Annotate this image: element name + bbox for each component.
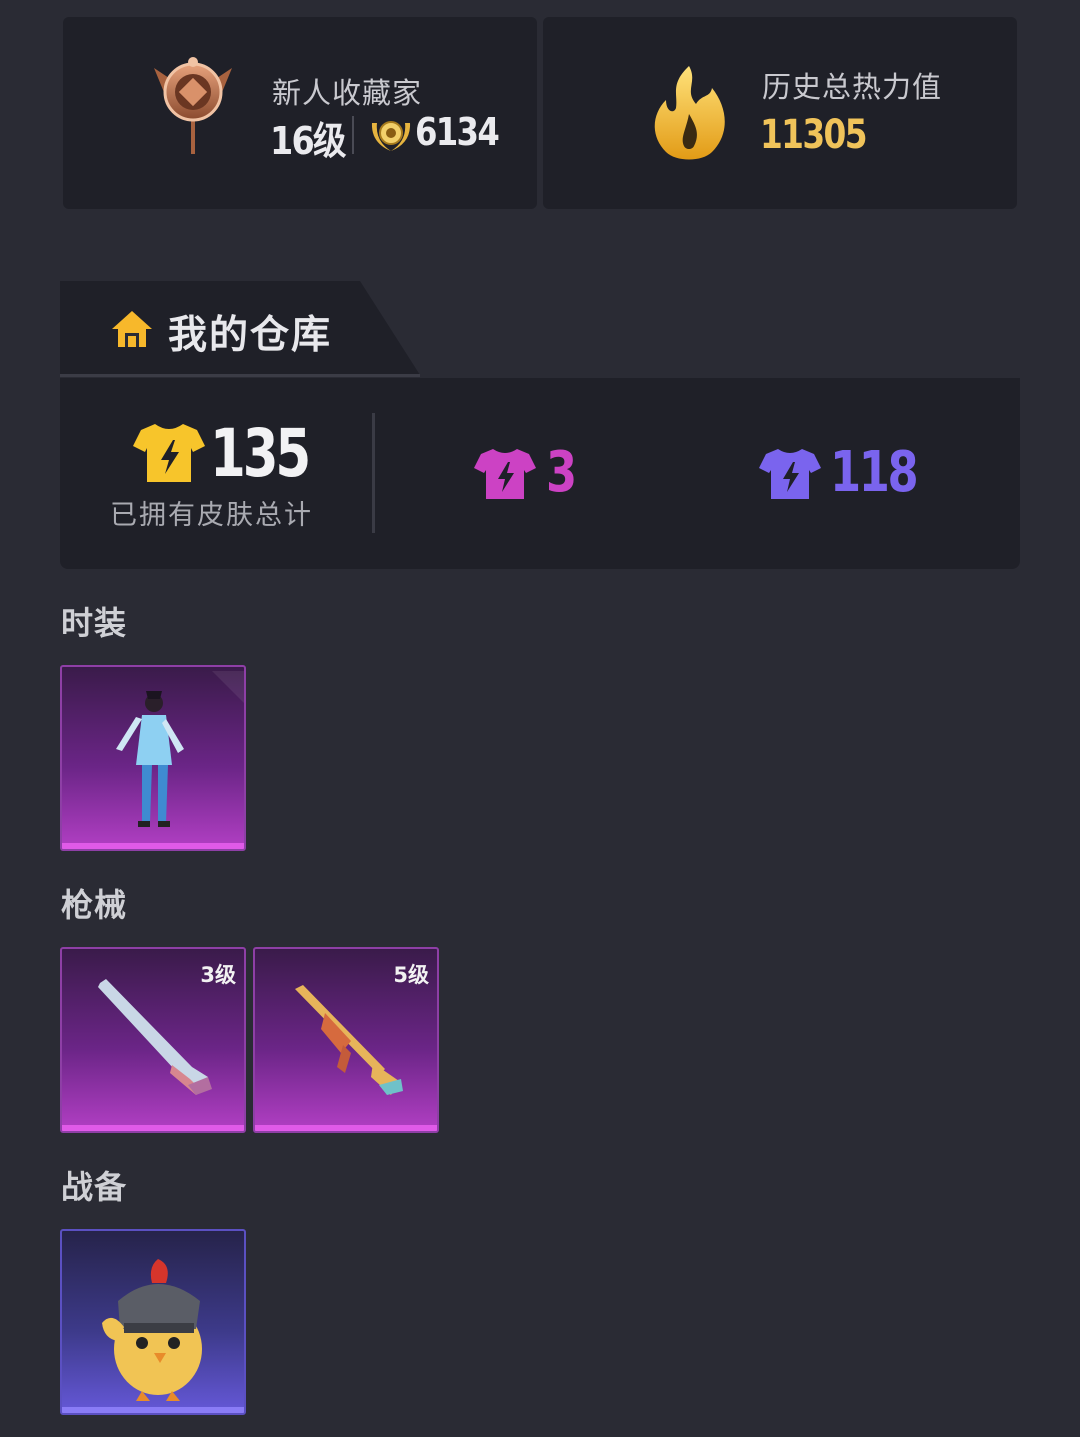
category-label-fashion: 时装 — [61, 604, 128, 642]
category-label-weapons: 枪械 — [61, 886, 128, 924]
rare-skin-count: 118 — [830, 440, 919, 505]
heat-value: 11305 — [760, 112, 868, 158]
collector-medal-icon — [154, 57, 232, 154]
gold-shirt-icon — [133, 424, 205, 482]
divider — [352, 116, 354, 154]
item-card[interactable]: 5级 — [253, 947, 439, 1133]
total-skin-label: 已拥有皮肤总计 — [110, 500, 313, 531]
flame-icon — [654, 66, 725, 160]
collector-points: 6134 — [415, 110, 500, 154]
home-icon — [112, 311, 152, 347]
item-card[interactable] — [60, 1229, 246, 1415]
heat-title: 历史总热力值 — [762, 70, 943, 104]
category-label-gear: 战备 — [61, 1168, 128, 1206]
rare-shirt-icon — [759, 449, 821, 499]
warehouse-page: 新人收藏家 16级 6134 历史总热力值 11305 我的仓库 135 已拥有… — [0, 0, 1080, 1437]
tab-underline — [60, 374, 420, 377]
collector-level: 16级 — [270, 119, 346, 163]
epic-skin-count: 3 — [546, 440, 577, 505]
character-outfit-icon — [116, 671, 244, 827]
chicken-helmet-icon — [102, 1259, 202, 1401]
divider — [372, 413, 375, 533]
item-level-badge: 3级 — [200, 963, 236, 987]
epic-shirt-icon — [474, 449, 536, 499]
collector-title: 新人收藏家 — [272, 76, 423, 110]
item-level-badge: 5级 — [393, 963, 429, 987]
item-card[interactable] — [60, 665, 246, 851]
item-card[interactable]: 3级 — [60, 947, 246, 1133]
laurel-points-icon — [371, 121, 411, 151]
total-skin-count: 135 — [210, 415, 311, 492]
warehouse-title: 我的仓库 — [168, 313, 333, 358]
